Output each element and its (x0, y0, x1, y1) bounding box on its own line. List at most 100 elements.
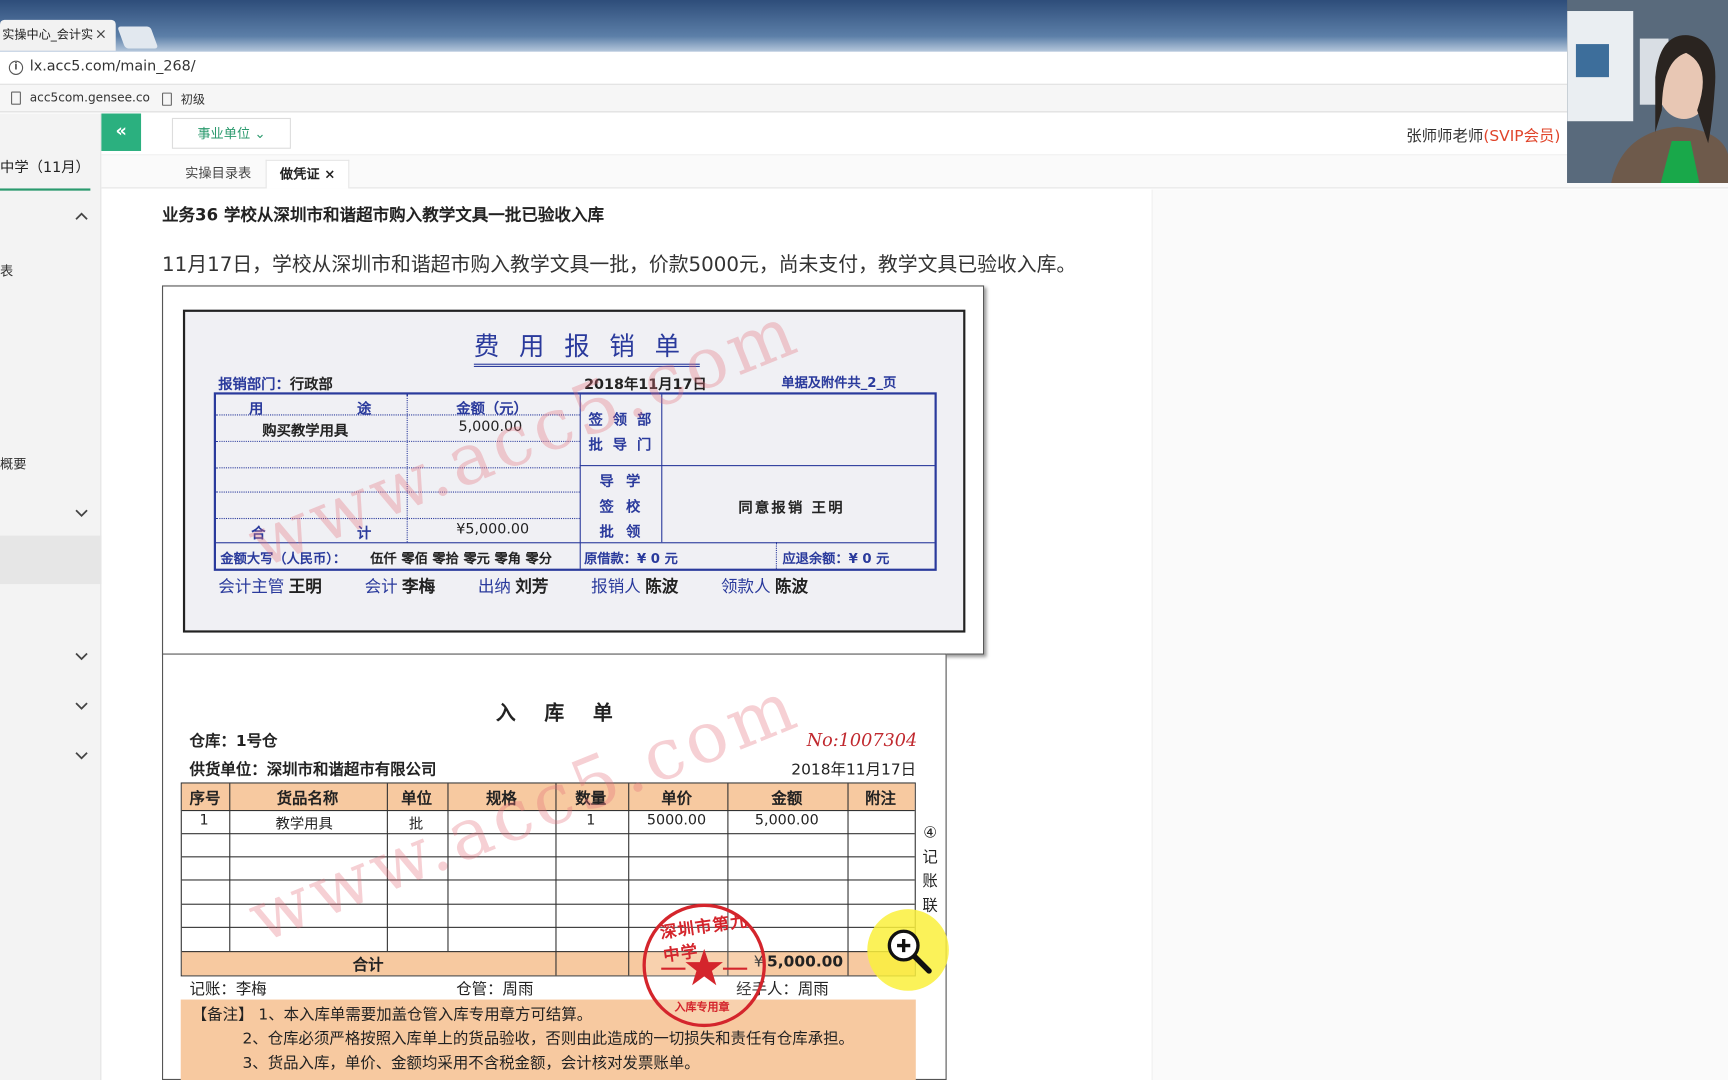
remark-line: 2、仓库必须严格按照入库单上的货品验收，否则由此造成的一切损失和责任有仓库承担。 (242, 1030, 854, 1049)
presenter-video (1567, 0, 1728, 183)
zoom-cursor[interactable] (867, 909, 949, 991)
signer-name: 李梅 (402, 576, 436, 597)
remarks-box: 【备注】 1、本入库单需要加盖仓管入库专用章方可结算。 2、仓库必须严格按照入库… (180, 999, 916, 1080)
close-icon[interactable]: × (324, 166, 335, 181)
sidebar-item-summary[interactable]: 概要 (0, 454, 26, 473)
vip-badge: (SVIP会员) (1483, 127, 1561, 146)
sidebar-item-selected[interactable] (0, 535, 102, 585)
reimburse-date: 2018年11月17日 (584, 376, 707, 394)
chevron-down-icon[interactable] (75, 748, 88, 761)
copy-char: 账 (922, 872, 938, 891)
school-sign-5: 批 (599, 524, 614, 542)
page-icon (161, 92, 172, 106)
total-amount: 5,000.00 (767, 953, 844, 971)
col-purpose-2: 途 (357, 401, 372, 418)
col-purpose-1: 用 (249, 401, 264, 418)
col-header: 单价 (661, 790, 693, 808)
sidebar-title[interactable]: 中学（11月） (0, 155, 90, 177)
total-label-2: 计 (357, 525, 372, 543)
unit-select[interactable]: 事业单位 ⌄ (171, 117, 291, 149)
receipt-date: 2018年11月17日 (791, 761, 917, 780)
tab-title: 实操中心_会计实 (2, 27, 94, 42)
cell-price: 5000.00 (646, 812, 707, 829)
divider (215, 491, 580, 493)
receipt-title: 入库单 (495, 701, 642, 726)
chevron-down-icon[interactable] (75, 506, 88, 519)
tab-voucher[interactable]: 做凭证 × (265, 159, 350, 189)
close-tab-icon[interactable]: × (95, 20, 107, 51)
url-text[interactable]: lx.acc5.com/main_268/ (30, 58, 196, 75)
divider (215, 542, 935, 544)
total-label: 合计 (352, 956, 384, 975)
info-icon[interactable]: i (8, 60, 24, 75)
browser-tabbar (0, 0, 1728, 52)
reimbursement-table: 用 途 金额（元） 购买教学用具 5,000.00 合 计 ¥5,000.00 … (213, 392, 937, 571)
webcam-overlay (1567, 0, 1728, 183)
chevron-down-icon[interactable] (75, 649, 88, 662)
sidebar-item-table[interactable]: 表 (0, 261, 13, 280)
receipt-signers: 记账：李梅 仓管：周雨 经手人：周雨 (189, 978, 829, 1000)
dept-sign-5: 导 (612, 437, 628, 455)
tab-directory[interactable]: 实操目录表 (172, 160, 265, 189)
divider (181, 856, 915, 858)
col-header: 货品名称 (276, 790, 339, 808)
divider (215, 440, 580, 442)
divider (181, 833, 915, 835)
user-name[interactable]: 张师师老师(SVIP会员) (1406, 125, 1560, 147)
keeper: 仓管：周雨 (456, 980, 534, 999)
signer-name: 陈波 (645, 576, 679, 597)
cell-item: 教学用具 (275, 816, 333, 834)
dept-sign-1: 签 (588, 412, 603, 429)
receipt-table: 序号 货品名称 单位 规格 数量 单价 金额 附注 1 教学用具 批 1 500… (180, 782, 916, 977)
chevron-down-icon: ⌄ (254, 125, 266, 142)
page-icon (11, 90, 21, 105)
chevron-down-icon[interactable] (75, 699, 88, 712)
cell-unit: 批 (408, 816, 424, 834)
signer-role: 领款人 (721, 576, 771, 597)
dept-value: 行政部 (289, 376, 333, 394)
user-name-text: 张师师老师 (1406, 127, 1484, 146)
daxie-amount: 伍仟 零佰 零拾 零元 零角 零分 (370, 551, 553, 567)
divider (181, 809, 915, 812)
bookmark-acc5[interactable]: acc5com.gensee.co (11, 90, 150, 105)
bookmark-chuji[interactable]: 初级 (161, 90, 205, 108)
receipt-stamp: 深圳市第九中学 入库专用章 (642, 903, 766, 1028)
school-sign-3: 签 (599, 499, 614, 516)
divider (215, 517, 580, 520)
col-header: 金额 (771, 790, 803, 808)
browser-tab[interactable]: 实操中心_会计实 × (0, 19, 116, 51)
address-bar[interactable]: i lx.acc5.com/main_268/ (0, 51, 1576, 85)
dept-label: 报销部门： (218, 376, 290, 394)
task-title: 业务36 学校从深圳市和谐超市购入教学文具一批已验收入库 (161, 204, 605, 225)
chevron-up-icon[interactable] (75, 210, 88, 223)
dept-sign-3: 部 (636, 412, 652, 429)
item-purpose: 购买教学用具 (262, 423, 349, 440)
zoom-in-icon (887, 929, 932, 974)
divider (181, 926, 915, 928)
cell-index: 1 (199, 812, 209, 829)
divider (181, 951, 915, 953)
copy-char: ④ (923, 824, 938, 842)
signer-row: 会计主管 王明 会计 李梅 出纳 刘芳 报销人 陈波 领款人 陈波 (218, 574, 808, 597)
copy-char: 记 (922, 848, 938, 867)
signer-name: 陈波 (775, 576, 809, 597)
dept-sign-2: 领 (612, 412, 628, 429)
clerk: 记账：李梅 (189, 980, 267, 999)
col-header: 附注 (865, 790, 896, 808)
refund-amount: 应退余额：¥ 0 元 (782, 551, 890, 567)
col-header: 序号 (189, 790, 221, 808)
copy-label: ④ 记 账 联 (921, 821, 939, 918)
school-sign-2: 学 (625, 473, 641, 491)
divider (215, 467, 580, 469)
task-description: 11月17日，学校从深圳市和谐超市购入教学文具一批，价款5000元，尚未支付，教… (161, 253, 1077, 277)
bookmarks-bar: acc5com.gensee.co 初级 (0, 84, 1576, 113)
total-amount: ¥5,000.00 (456, 521, 530, 538)
collapse-sidebar-button[interactable]: « (101, 113, 142, 151)
dept-sign-6: 门 (636, 437, 652, 455)
divider (775, 542, 777, 569)
signer-role: 出纳 (477, 576, 511, 597)
cell-qty: 1 (586, 812, 596, 829)
bookmark-label: acc5com.gensee.co (29, 90, 150, 105)
school-sign-4: 校 (625, 499, 641, 516)
unit-select-label: 事业单位 (197, 125, 251, 142)
